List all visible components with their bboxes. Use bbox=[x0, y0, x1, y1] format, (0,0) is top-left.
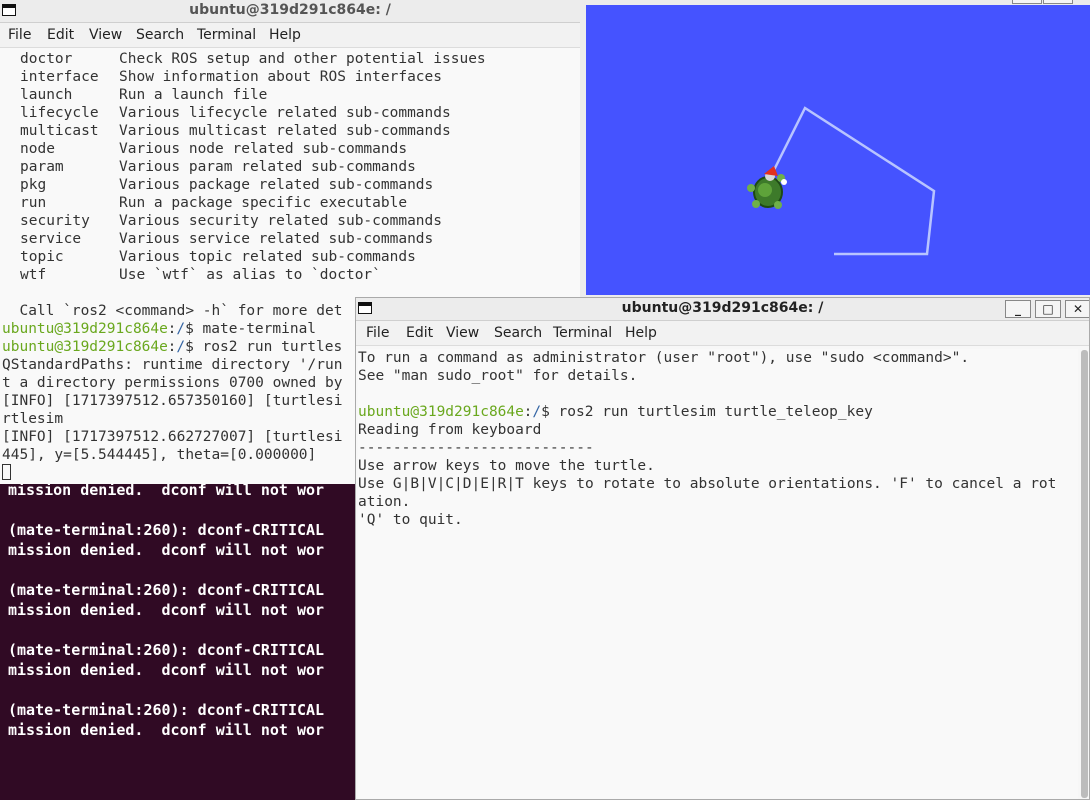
ros2-command-description: Use `wtf` as alias to `doctor` bbox=[119, 267, 381, 283]
front-terminal-titlebar[interactable]: ubuntu@319d291c864e: / _ □ ✕ bbox=[356, 298, 1089, 321]
maximize-button[interactable]: □ bbox=[1035, 300, 1061, 318]
output-line: 'Q' to quit. bbox=[358, 512, 463, 528]
menu-view[interactable]: View bbox=[446, 325, 479, 341]
terminal-line: mission denied. dconf will not wor bbox=[8, 721, 325, 739]
menu-terminal[interactable]: Terminal bbox=[197, 27, 256, 43]
ros2-command-name: security bbox=[20, 213, 90, 229]
front-terminal-output[interactable]: To run a command as administrator (user … bbox=[358, 349, 1078, 799]
prompt-suffix: $ bbox=[185, 339, 203, 355]
ros2-command-description: Show information about ROS interfaces bbox=[119, 69, 443, 85]
menu-search[interactable]: Search bbox=[494, 325, 542, 341]
ros2-command-name: param bbox=[20, 159, 64, 175]
output-line: --------------------------- bbox=[358, 440, 594, 456]
prompt-path: / bbox=[176, 321, 186, 337]
prompt-colon: : bbox=[523, 404, 533, 420]
front-terminal-menubar: File Edit View Search Terminal Help bbox=[356, 321, 1089, 346]
output-line: ation. bbox=[358, 494, 411, 510]
background-terminal[interactable]: mission denied. dconf will not wor (mate-… bbox=[0, 480, 360, 800]
output-line: Use arrow keys to move the turtle. bbox=[358, 458, 655, 474]
top-terminal-titlebar[interactable]: ubuntu@319d291c864e: / bbox=[0, 0, 580, 23]
ros2-command-name: node bbox=[20, 141, 55, 157]
help-line: Call `ros2 <command> -h` for more det bbox=[2, 303, 343, 319]
top-terminal-menubar: File Edit View Search Terminal Help bbox=[0, 23, 580, 48]
prompt-user: ubuntu@319d291c864e bbox=[2, 321, 168, 337]
menu-help[interactable]: Help bbox=[625, 325, 657, 341]
ros2-command-description: Various package related sub-commands bbox=[119, 177, 434, 193]
ros2-command-description: Check ROS setup and other potential issu… bbox=[119, 51, 486, 67]
menu-help[interactable]: Help bbox=[269, 27, 301, 43]
terminal-line: mission denied. dconf will not wor bbox=[8, 661, 325, 679]
prompt-path: / bbox=[532, 404, 542, 420]
ros2-command-description: Various node related sub-commands bbox=[119, 141, 408, 157]
ros2-command-name: topic bbox=[20, 249, 64, 265]
output-line: To run a command as administrator (user … bbox=[358, 350, 970, 366]
turtlesim-canvas bbox=[586, 5, 1090, 295]
front-terminal-scrollbar[interactable] bbox=[1081, 350, 1088, 798]
menu-search[interactable]: Search bbox=[136, 27, 184, 43]
front-terminal-title: ubuntu@319d291c864e: / bbox=[621, 300, 824, 316]
ros2-command-name: service bbox=[20, 231, 82, 247]
command-text: mate-terminal bbox=[202, 321, 317, 337]
terminal-line: (mate-terminal:260): dconf-CRITICAL bbox=[8, 581, 325, 599]
prompt-colon: : bbox=[167, 321, 177, 337]
close-button[interactable]: ✕ bbox=[1065, 300, 1089, 318]
ros2-command-name: interface bbox=[20, 69, 99, 85]
ros2-command-description: Various security related sub-commands bbox=[119, 213, 443, 229]
output-line: t a directory permissions 0700 owned by bbox=[2, 375, 343, 391]
ros2-command-description: Various lifecycle related sub-commands bbox=[119, 105, 451, 121]
menu-file[interactable]: File bbox=[366, 325, 389, 341]
ros2-command-description: Various multicast related sub-commands bbox=[119, 123, 451, 139]
terminal-line: (mate-terminal:260): dconf-CRITICAL bbox=[8, 521, 325, 539]
command-text: ros2 run turtles bbox=[202, 339, 343, 355]
ros2-command-description: Various topic related sub-commands bbox=[119, 249, 416, 265]
terminal-line: mission denied. dconf will not wor bbox=[8, 541, 325, 559]
terminal-line: mission denied. dconf will not wor bbox=[8, 601, 325, 619]
ros2-command-name: wtf bbox=[20, 267, 47, 283]
terminal-cursor bbox=[2, 464, 11, 480]
ros2-command-description: Various param related sub-commands bbox=[119, 159, 416, 175]
prompt-user: ubuntu@319d291c864e bbox=[2, 339, 168, 355]
ros2-command-description: Run a launch file bbox=[119, 87, 268, 103]
prompt-suffix: $ bbox=[541, 404, 559, 420]
prompt-path: / bbox=[176, 339, 186, 355]
minimize-button[interactable]: _ bbox=[1005, 300, 1031, 318]
output-line: QStandardPaths: runtime directory '/run bbox=[2, 357, 343, 373]
terminal-line: (mate-terminal:260): dconf-CRITICAL bbox=[8, 641, 325, 659]
output-line: Reading from keyboard bbox=[358, 422, 542, 438]
ros2-command-name: pkg bbox=[20, 177, 47, 193]
prompt-suffix: $ bbox=[185, 321, 203, 337]
ros2-command-name: lifecycle bbox=[20, 105, 99, 121]
ros2-command-description: Run a package specific executable bbox=[119, 195, 408, 211]
output-line: [INFO] [1717397512.662727007] [turtlesi bbox=[2, 429, 343, 445]
menu-view[interactable]: View bbox=[89, 27, 122, 43]
turtlesim-minimize-button[interactable] bbox=[1012, 0, 1042, 4]
ros2-command-name: launch bbox=[20, 87, 73, 103]
top-terminal-title: ubuntu@319d291c864e: / bbox=[189, 2, 391, 18]
ros2-command-name: run bbox=[20, 195, 47, 211]
output-line: [INFO] [1717397512.657350160] [turtlesi bbox=[2, 393, 343, 409]
prompt-colon: : bbox=[167, 339, 177, 355]
turtlesim-background bbox=[586, 5, 1090, 295]
output-line: 445], y=[5.544445], theta=[0.000000] bbox=[2, 447, 317, 463]
terminal-line: (mate-terminal:260): dconf-CRITICAL bbox=[8, 701, 325, 719]
menu-file[interactable]: File bbox=[8, 27, 31, 43]
ros2-command-description: Various service related sub-commands bbox=[119, 231, 434, 247]
output-line: See "man sudo_root" for details. bbox=[358, 368, 638, 384]
menu-edit[interactable]: Edit bbox=[406, 325, 433, 341]
ros2-command-name: doctor bbox=[20, 51, 73, 67]
prompt-user: ubuntu@319d291c864e bbox=[358, 404, 524, 420]
output-line: Use G|B|V|C|D|E|R|T keys to rotate to ab… bbox=[358, 476, 1057, 492]
menu-edit[interactable]: Edit bbox=[47, 27, 74, 43]
ros2-command-name: multicast bbox=[20, 123, 99, 139]
front-terminal-window[interactable]: ubuntu@319d291c864e: / _ □ ✕ File Edit V… bbox=[355, 297, 1090, 800]
turtlesim-maximize-button[interactable] bbox=[1043, 0, 1073, 4]
command-text: ros2 run turtlesim turtle_teleop_key bbox=[558, 404, 873, 420]
output-line: rtlesim bbox=[2, 411, 64, 427]
menu-terminal[interactable]: Terminal bbox=[553, 325, 612, 341]
